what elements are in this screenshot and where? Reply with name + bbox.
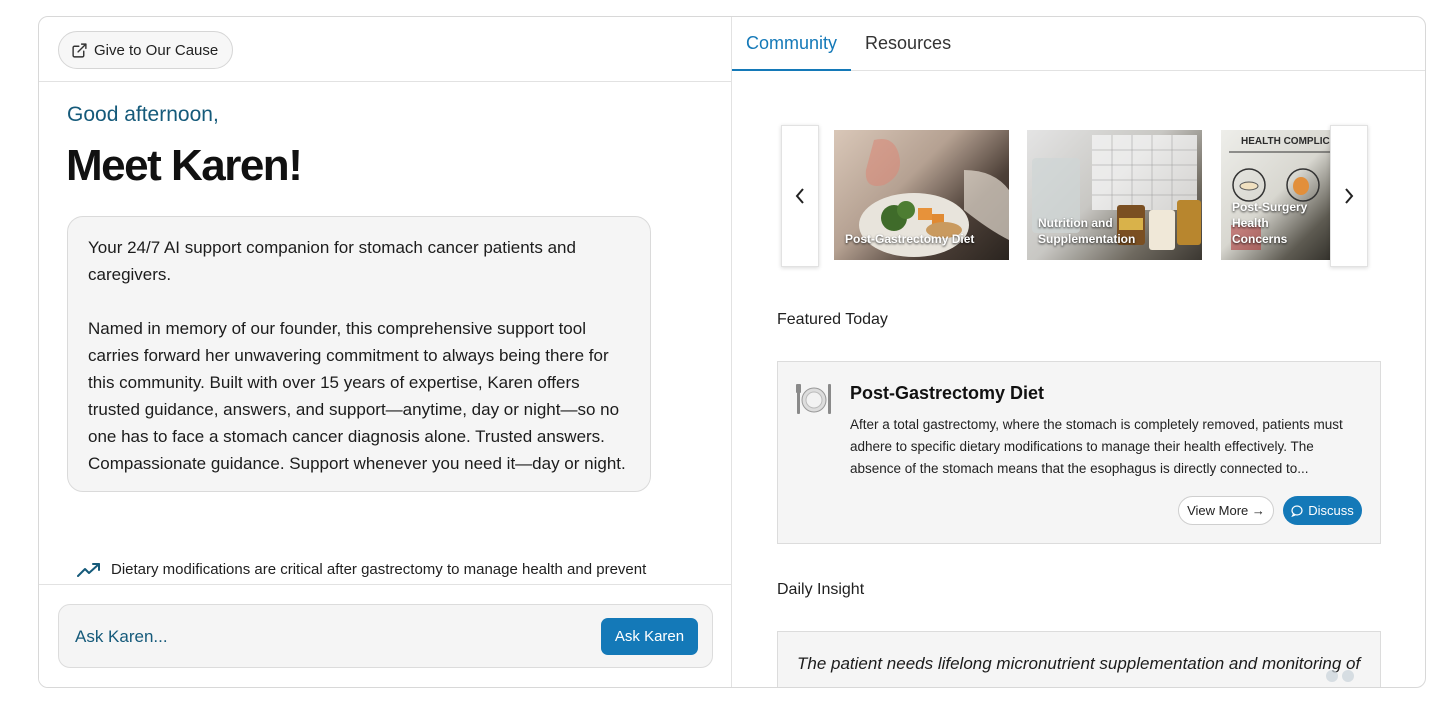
trending-up-icon [77, 562, 100, 577]
plate-cutlery-icon [796, 384, 831, 414]
ask-box: Ask Karen [58, 604, 713, 668]
carousel-card-health[interactable]: HEALTH COMPLIC Post-Surgery Health Conce… [1221, 130, 1331, 260]
tab-resources[interactable]: Resources [851, 17, 965, 71]
page-title: Meet Karen! [66, 141, 303, 190]
carousel-next-button[interactable] [1330, 125, 1368, 267]
view-more-button[interactable]: View More → [1178, 496, 1274, 525]
daily-insight-text: The patient needs lifelong micronutrient… [797, 654, 1361, 673]
featured-body: After a total gastrectomy, where the sto… [850, 417, 1343, 476]
intro-card: Your 24/7 AI support companion for stoma… [67, 216, 651, 492]
chevron-right-icon [1345, 188, 1354, 204]
carousel-caption: Post-Gastrectomy Diet [845, 232, 975, 246]
ask-area: Ask Karen [39, 584, 731, 687]
carousel-card-diet[interactable]: Post-Gastrectomy Diet [834, 130, 1009, 260]
community-pane: Community Resources Post-Gastrectomy Die… [732, 17, 1425, 687]
daily-insight-heading: Daily Insight [777, 581, 865, 598]
discuss-button[interactable]: Discuss [1283, 496, 1362, 525]
carousel-card-nutrition[interactable]: Nutrition and Supplementation [1027, 130, 1202, 260]
discuss-label: Discuss [1308, 503, 1354, 518]
app-frame: Give to Our Cause Good afternoon, Meet K… [38, 16, 1426, 688]
featured-today-heading: Featured Today [777, 311, 888, 328]
intro-paragraph-2: Named in memory of our founder, this com… [88, 319, 626, 473]
intro-paragraph-1: Your 24/7 AI support companion for stoma… [88, 238, 576, 284]
chevron-left-icon [795, 188, 804, 204]
ask-input[interactable] [75, 621, 575, 653]
give-to-cause-label: Give to Our Cause [94, 41, 219, 59]
carousel-caption: Nutrition and Supplementation [1038, 216, 1136, 246]
carousel-caption: Post-Surgery Health Concerns [1232, 200, 1308, 246]
carousel-prev-button[interactable] [781, 125, 819, 267]
tab-community[interactable]: Community [732, 17, 852, 71]
view-more-label: View More → [1187, 503, 1265, 518]
ask-karen-button[interactable]: Ask Karen [601, 618, 698, 655]
daily-insight-card: The patient needs lifelong micronutrient… [777, 631, 1381, 687]
card-header-text: HEALTH COMPLIC [1241, 136, 1330, 147]
insight-ticker: Dietary modifications are critical after… [77, 561, 646, 578]
chat-pane: Give to Our Cause Good afternoon, Meet K… [39, 17, 732, 687]
featured-card: Post-Gastrectomy Diet After a total gast… [777, 361, 1381, 544]
left-header: Give to Our Cause [39, 17, 731, 82]
featured-title: Post-Gastrectomy Diet [850, 383, 1045, 403]
chat-bubble-icon [1291, 504, 1303, 517]
quote-icon [1326, 670, 1354, 682]
give-to-cause-button[interactable]: Give to Our Cause [58, 31, 234, 69]
ticker-text: Dietary modifications are critical after… [111, 561, 647, 578]
topic-carousel: Post-Gastrectomy Diet Nutrition and Supp… [781, 125, 1369, 267]
external-link-icon [72, 42, 87, 58]
greeting: Good afternoon, [67, 103, 219, 126]
tab-bar: Community Resources [732, 17, 1425, 71]
